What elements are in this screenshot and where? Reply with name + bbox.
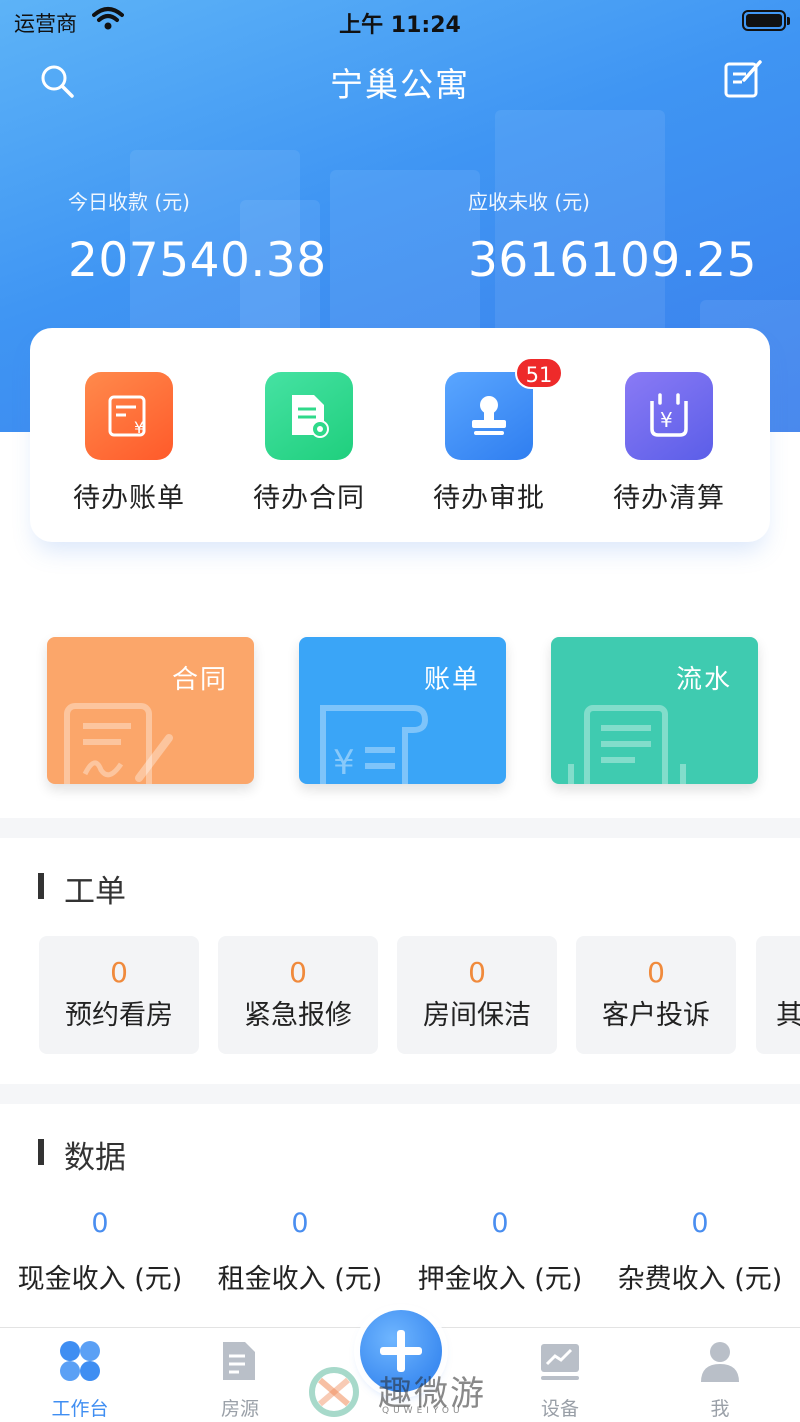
battery-icon [742,10,790,31]
todo-contracts[interactable]: 待办合同 [219,372,399,515]
transactions-tile[interactable]: 流水 [551,637,758,784]
data-label: 租金收入 (元) [217,1264,383,1295]
data-value: 0 [91,1208,109,1239]
work-order-count: 0 [289,956,307,989]
outstanding-receivables-label: 应收未收 (元) [468,190,590,214]
todo-approvals-label: 待办审批 [433,483,545,514]
work-order-count: 0 [110,956,128,989]
work-order-label: 紧急报修 [244,1000,352,1031]
page-title: 宁巢公寓 [330,65,470,104]
contract-icon [265,372,353,460]
outstanding-receivables-value: 3616109.25 [468,233,758,288]
watermark: 趣微游 QUWEIYOU [306,1360,506,1420]
profile-icon [701,1342,739,1382]
settlement-icon: ¥ [625,372,713,460]
work-order-viewing[interactable]: 0 预约看房 [39,936,199,1054]
work-order-count: 0 [647,956,665,989]
today-receipts-value: 207540.38 [68,233,327,288]
work-order-count: 0 [468,956,486,989]
data-misc-income[interactable]: 0 杂费收入 (元) [600,1208,800,1296]
work-order-label: 预约看房 [65,1000,173,1031]
todo-settlement[interactable]: ¥ 待办清算 [579,372,759,515]
bills-tile[interactable]: 账单 ¥ [299,637,506,784]
data-value: 0 [291,1208,309,1239]
tab-label: 设备 [540,1398,579,1420]
transactions-tile-label: 流水 [675,665,732,695]
data-label: 押金收入 (元) [417,1264,583,1295]
work-order-label: 其 [776,1000,800,1031]
bill-outline-icon: ¥ [320,705,429,784]
work-order-label: 房间保洁 [423,1000,531,1031]
tab-devices[interactable]: 设备 [500,1338,620,1421]
work-orders-title: 工单 [38,866,126,911]
data-value: 0 [491,1208,509,1239]
work-order-other[interactable]: 其 [756,936,800,1054]
work-order-cleaning[interactable]: 0 房间保洁 [397,936,557,1054]
tab-label: 房源 [220,1398,259,1420]
tab-listings[interactable]: 房源 [180,1338,300,1421]
data-deposit-income[interactable]: 0 押金收入 (元) [400,1208,600,1296]
todo-contracts-label: 待办合同 [253,483,365,514]
work-order-count [756,956,800,989]
svg-text:¥: ¥ [660,408,673,432]
today-receipts[interactable]: 今日收款 (元) 207540.38 [68,186,327,288]
clock: 上午 11:24 [339,13,461,38]
bills-tile-label: 账单 [423,665,480,695]
svg-text:¥: ¥ [134,418,144,437]
contracts-tile[interactable]: 合同 [47,637,254,784]
tab-label: 工作台 [51,1398,109,1420]
data-rent-income[interactable]: 0 租金收入 (元) [200,1208,400,1296]
watermark-logo-icon [309,1367,359,1417]
work-order-repair[interactable]: 0 紧急报修 [218,936,378,1054]
ledger-outline-icon [568,705,686,784]
bill-icon: ¥ [85,372,173,460]
contracts-tile-label: 合同 [171,665,228,695]
outstanding-receivables[interactable]: 应收未收 (元) 3616109.25 [468,186,757,288]
device-icon [541,1344,579,1380]
section-divider [0,818,800,838]
tab-workbench[interactable]: 工作台 [20,1338,140,1421]
today-receipts-label: 今日收款 (元) [68,190,190,214]
data-label: 现金收入 (元) [17,1264,183,1295]
approvals-badge: 51 [515,357,563,389]
stamp-icon: 51 [445,357,563,460]
listing-icon [223,1342,255,1380]
data-cash-income[interactable]: 0 现金收入 (元) [0,1208,200,1296]
data-label: 杂费收入 (元) [617,1264,783,1295]
section-divider [0,1084,800,1104]
status-bar: 运营商 上午 11:24 [0,0,800,44]
svg-text:¥: ¥ [333,743,355,783]
watermark-subtext: QUWEIYOU [382,1406,464,1416]
data-title: 数据 [38,1132,126,1177]
tab-label: 我 [710,1398,730,1420]
work-order-label: 客户投诉 [602,1000,710,1031]
data-value: 0 [691,1208,709,1239]
todo-approvals[interactable]: 51 待办审批 [399,357,579,515]
edit-icon[interactable] [722,58,764,100]
todo-bills-label: 待办账单 [73,483,185,514]
todo-bills[interactable]: ¥ 待办账单 [39,372,219,515]
tab-profile[interactable]: 我 [660,1338,780,1421]
workbench-icon [60,1341,100,1381]
work-order-complaint[interactable]: 0 客户投诉 [576,936,736,1054]
todo-settlement-label: 待办清算 [613,483,725,514]
todo-card: ¥ 待办账单 待办合同 51 待办审批 ¥ 待办清算 [30,328,770,542]
contract-outline-icon [64,703,173,784]
